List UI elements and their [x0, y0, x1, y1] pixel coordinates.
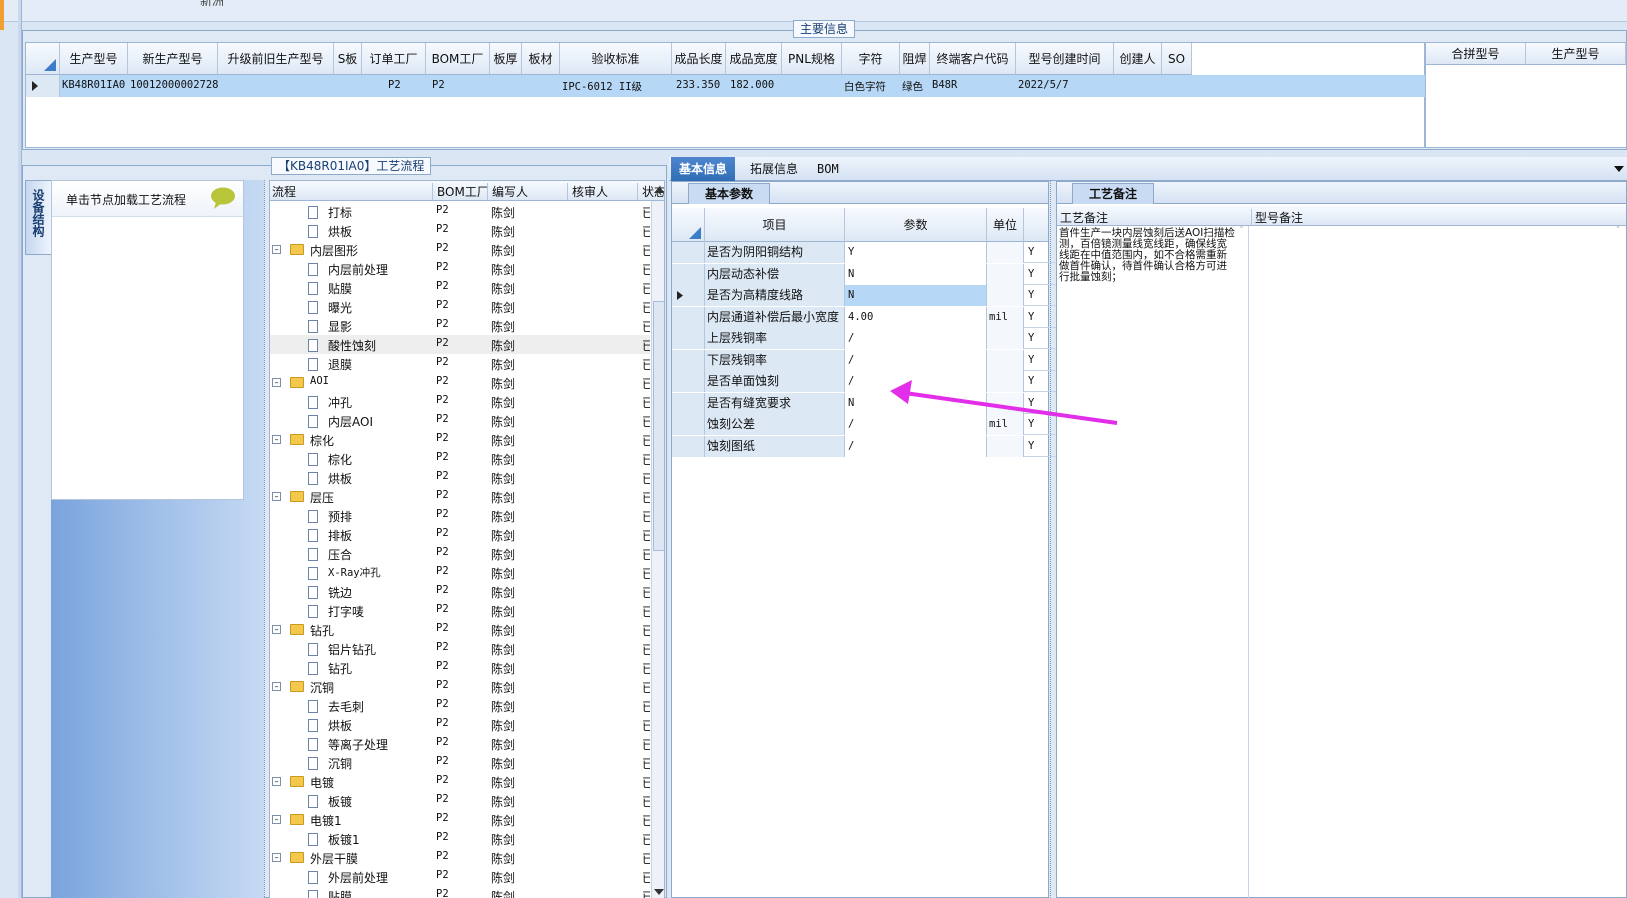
- annotation-arrow-icon: [890, 380, 1118, 425]
